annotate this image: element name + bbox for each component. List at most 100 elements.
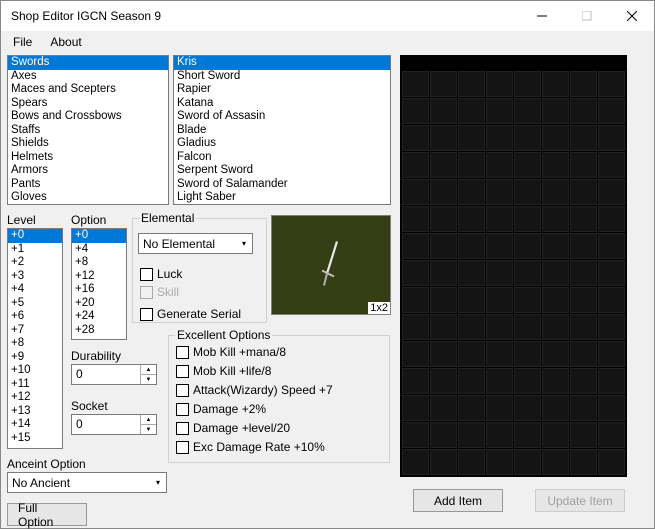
inventory-cell[interactable] [458,179,485,205]
inventory-cell[interactable] [486,314,513,340]
list-item[interactable]: Katana [174,97,390,111]
list-item[interactable]: Blade [174,124,390,138]
inventory-cell[interactable] [430,179,457,205]
category-listbox[interactable]: SwordsAxesMaces and SceptersSpearsBows a… [7,55,169,205]
inventory-cell[interactable] [514,287,541,313]
inventory-cell[interactable] [402,287,429,313]
inventory-cell[interactable] [570,206,597,232]
inventory-cell[interactable] [542,206,569,232]
list-item[interactable]: +8 [8,337,62,351]
inventory-cell[interactable] [598,395,625,421]
inventory-cell[interactable] [598,449,625,475]
inventory-cell[interactable] [486,395,513,421]
inventory-cell[interactable] [598,179,625,205]
inventory-cell[interactable] [570,368,597,394]
inventory-cell[interactable] [458,287,485,313]
inventory-cell[interactable] [402,98,429,124]
inventory-cell[interactable] [458,233,485,259]
inventory-cell[interactable] [570,152,597,178]
inventory-cell[interactable] [514,98,541,124]
inventory-cell[interactable] [430,125,457,151]
inventory-cell[interactable] [542,233,569,259]
inventory-cell[interactable] [514,260,541,286]
list-item[interactable]: Short Sword [174,70,390,84]
list-item[interactable]: Pants [8,178,168,192]
excellent-option-checkbox[interactable]: Mob Kill +life/8 [176,364,271,378]
inventory-cell[interactable] [402,233,429,259]
option-listbox[interactable]: +0+4+8+12+16+20+24+28 [71,228,127,340]
inventory-cell[interactable] [402,395,429,421]
inventory-cell[interactable] [430,206,457,232]
inventory-cell[interactable] [486,71,513,97]
inventory-cell[interactable] [598,206,625,232]
list-item[interactable]: Sword of Assasin [174,110,390,124]
inventory-cell[interactable] [570,98,597,124]
list-item[interactable]: +16 [72,283,126,297]
list-item[interactable]: Staffs [8,124,168,138]
list-item[interactable]: +1 [8,243,62,257]
inventory-cell[interactable] [542,98,569,124]
inventory-cell[interactable] [514,422,541,448]
list-item[interactable]: +20 [72,297,126,311]
excellent-option-checkbox[interactable]: Damage +2% [176,402,266,416]
inventory-cell[interactable] [486,152,513,178]
inventory-cell[interactable] [430,287,457,313]
spinner-up-icon[interactable]: ▲ [141,365,156,375]
inventory-cell[interactable] [486,233,513,259]
level-listbox[interactable]: +0+1+2+3+4+5+6+7+8+9+10+11+12+13+14+15 [7,228,63,449]
inventory-cell[interactable] [402,71,429,97]
inventory-cell[interactable] [486,179,513,205]
inventory-cell[interactable] [570,341,597,367]
list-item[interactable]: +7 [8,324,62,338]
inventory-cell[interactable] [598,368,625,394]
inventory-cell[interactable] [542,260,569,286]
spinner-down-icon[interactable]: ▼ [141,425,156,434]
excellent-option-checkbox[interactable]: Mob Kill +mana/8 [176,345,286,359]
inventory-cell[interactable] [542,341,569,367]
excellent-option-checkbox[interactable]: Exc Damage Rate +10% [176,440,325,454]
inventory-cell[interactable] [514,341,541,367]
inventory-cell[interactable] [570,233,597,259]
list-item[interactable]: Shields [8,137,168,151]
inventory-cell[interactable] [514,449,541,475]
list-item[interactable]: +5 [8,297,62,311]
inventory-cell[interactable] [486,287,513,313]
inventory-cell[interactable] [542,125,569,151]
inventory-cell[interactable] [430,233,457,259]
inventory-cell[interactable] [598,71,625,97]
inventory-cell[interactable] [542,395,569,421]
list-item[interactable]: +3 [8,270,62,284]
list-item[interactable]: Sword of Salamander [174,178,390,192]
inventory-cell[interactable] [486,449,513,475]
inventory-cell[interactable] [514,314,541,340]
list-item[interactable]: Armors [8,164,168,178]
inventory-cell[interactable] [402,260,429,286]
inventory-cell[interactable] [402,152,429,178]
list-item[interactable]: +15 [8,432,62,446]
list-item[interactable]: Light Saber [174,191,390,204]
inventory-cell[interactable] [570,449,597,475]
inventory-cell[interactable] [458,341,485,367]
spinner-up-icon[interactable]: ▲ [141,415,156,425]
elemental-combo[interactable]: No Elemental ▾ [138,233,253,254]
list-item[interactable]: +0 [72,229,126,243]
inventory-cell[interactable] [598,152,625,178]
inventory-cell[interactable] [402,341,429,367]
generate-serial-checkbox[interactable]: Generate Serial [140,307,241,321]
inventory-cell[interactable] [402,125,429,151]
inventory-cell[interactable] [542,287,569,313]
inventory-cell[interactable] [402,179,429,205]
inventory-cell[interactable] [458,395,485,421]
add-item-button[interactable]: Add Item [413,489,503,512]
inventory-cell[interactable] [514,233,541,259]
inventory-cell[interactable] [542,71,569,97]
inventory-cell[interactable] [458,206,485,232]
inventory-cell[interactable] [458,449,485,475]
inventory-cell[interactable] [542,152,569,178]
ancient-combo[interactable]: No Ancient ▾ [7,472,167,493]
inventory-cell[interactable] [402,449,429,475]
inventory-cell[interactable] [430,422,457,448]
menu-about[interactable]: About [50,35,81,49]
list-item[interactable]: Serpent Sword [174,164,390,178]
inventory-cell[interactable] [430,395,457,421]
